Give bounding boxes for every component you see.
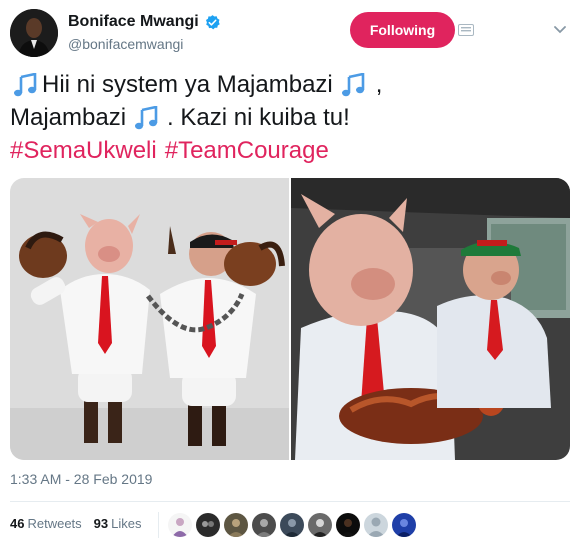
author-avatar[interactable] bbox=[10, 9, 58, 57]
hashtag-link[interactable]: #TeamCourage bbox=[165, 134, 329, 167]
music-note-icon bbox=[341, 72, 365, 96]
tweet-text-segment: Majambazi bbox=[10, 104, 127, 131]
liker-avatars bbox=[168, 513, 416, 537]
verified-badge-icon bbox=[205, 14, 220, 29]
likes-stat[interactable]: 93 Likes bbox=[94, 516, 142, 531]
retweets-count: 46 bbox=[10, 516, 25, 531]
retweets-label: Retweets bbox=[27, 516, 82, 531]
tweet-line-1: Hii ni system ya Majambazi , bbox=[10, 68, 550, 101]
tweet-text-segment: , bbox=[375, 71, 383, 98]
author-display-name[interactable]: Boniface Mwangi bbox=[68, 13, 199, 31]
divider bbox=[158, 512, 159, 538]
liker-avatar[interactable] bbox=[336, 513, 360, 537]
retweets-stat[interactable]: 46 Retweets bbox=[10, 516, 82, 531]
liker-avatar[interactable] bbox=[280, 513, 304, 537]
tweet-media bbox=[10, 178, 570, 460]
liker-avatar[interactable] bbox=[364, 513, 388, 537]
author-name-row[interactable]: Boniface Mwangi bbox=[68, 12, 221, 32]
liker-avatar[interactable] bbox=[308, 513, 332, 537]
liker-avatar[interactable] bbox=[196, 513, 220, 537]
tweet-line-2: Majambazi . Kazi ni kuiba tu! bbox=[10, 101, 550, 134]
direct-message-icon[interactable] bbox=[458, 24, 474, 36]
tweet-line-3: #SemaUkweli #TeamCourage bbox=[10, 134, 550, 167]
tweet-text-segment: . Kazi ni kuiba tu! bbox=[167, 104, 350, 131]
music-note-icon bbox=[135, 105, 158, 129]
tweet-timestamp[interactable]: 1:33 AM - 28 Feb 2019 bbox=[10, 471, 152, 487]
liker-avatar[interactable] bbox=[224, 513, 248, 537]
liker-avatar[interactable] bbox=[168, 513, 192, 537]
likes-count: 93 bbox=[93, 516, 109, 531]
tweet-photo-1[interactable] bbox=[10, 178, 289, 460]
liker-avatar[interactable] bbox=[252, 513, 276, 537]
likes-label: Likes bbox=[111, 516, 142, 531]
author-block[interactable]: Boniface Mwangi @bonifacemwangi bbox=[68, 12, 221, 52]
tweet-text-segment: Hii ni system ya Majambazi bbox=[42, 71, 333, 98]
following-button[interactable]: Following bbox=[350, 12, 455, 48]
tweet-stats: 46 Retweets 93 Likes bbox=[10, 516, 142, 531]
chevron-down-icon[interactable] bbox=[554, 26, 566, 34]
divider bbox=[10, 501, 570, 502]
author-handle[interactable]: @bonifacemwangi bbox=[68, 36, 221, 52]
tweet-text: Hii ni system ya Majambazi , Majambazi .… bbox=[10, 68, 550, 167]
tweet-photo-2[interactable] bbox=[291, 178, 570, 460]
hashtag-link[interactable]: #SemaUkweli bbox=[10, 134, 157, 167]
liker-avatar[interactable] bbox=[392, 513, 416, 537]
music-note-icon bbox=[14, 72, 37, 96]
